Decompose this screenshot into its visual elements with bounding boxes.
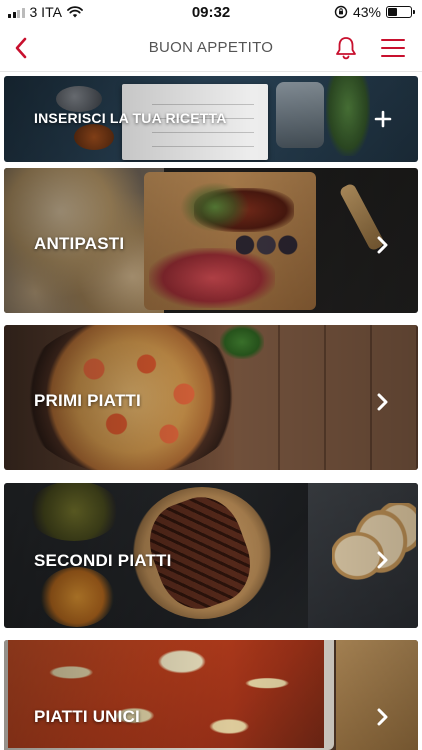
card-piatti-unici[interactable]: PIATTI UNICI (4, 640, 418, 750)
battery-icon (386, 6, 415, 18)
app-header: BUON APPETITO (0, 24, 422, 72)
chevron-right-icon (377, 236, 388, 254)
card-label: PIATTI UNICI (34, 707, 140, 726)
card-label: ANTIPASTI (34, 234, 125, 253)
open-primi-piatti-button[interactable] (372, 391, 394, 413)
card-antipasti[interactable]: ANTIPASTI (4, 168, 418, 313)
back-chevron-icon (15, 37, 27, 59)
menu-button[interactable] (378, 34, 408, 62)
chevron-right-icon (377, 708, 388, 726)
open-antipasti-button[interactable] (372, 234, 394, 256)
battery-percent: 43% (352, 4, 381, 20)
hamburger-menu-icon (381, 39, 405, 57)
card-insert-recipe[interactable]: INSERISCI LA TUA RICETTA (4, 76, 418, 162)
card-primi-piatti[interactable]: PRIMI PIATTI (4, 325, 418, 470)
back-button[interactable] (6, 32, 36, 64)
open-secondi-piatti-button[interactable] (372, 549, 394, 571)
add-recipe-button[interactable] (372, 108, 394, 130)
chevron-right-icon (377, 551, 388, 569)
plus-icon (374, 110, 392, 128)
card-label: INSERISCI LA TUA RICETTA (34, 110, 227, 126)
status-right: 43% (334, 4, 415, 20)
bell-icon (336, 37, 356, 60)
card-label: SECONDI PIATTI (34, 551, 172, 570)
card-secondi-piatti[interactable]: SECONDI PIATTI (4, 483, 418, 628)
card-label: PRIMI PIATTI (34, 391, 141, 410)
open-piatti-unici-button[interactable] (372, 706, 394, 728)
status-bar: 3 ITA 09:32 43% (0, 0, 422, 24)
orientation-lock-icon (334, 5, 348, 19)
chevron-right-icon (377, 393, 388, 411)
page-title: BUON APPETITO (148, 39, 274, 56)
notifications-button[interactable] (330, 33, 362, 63)
